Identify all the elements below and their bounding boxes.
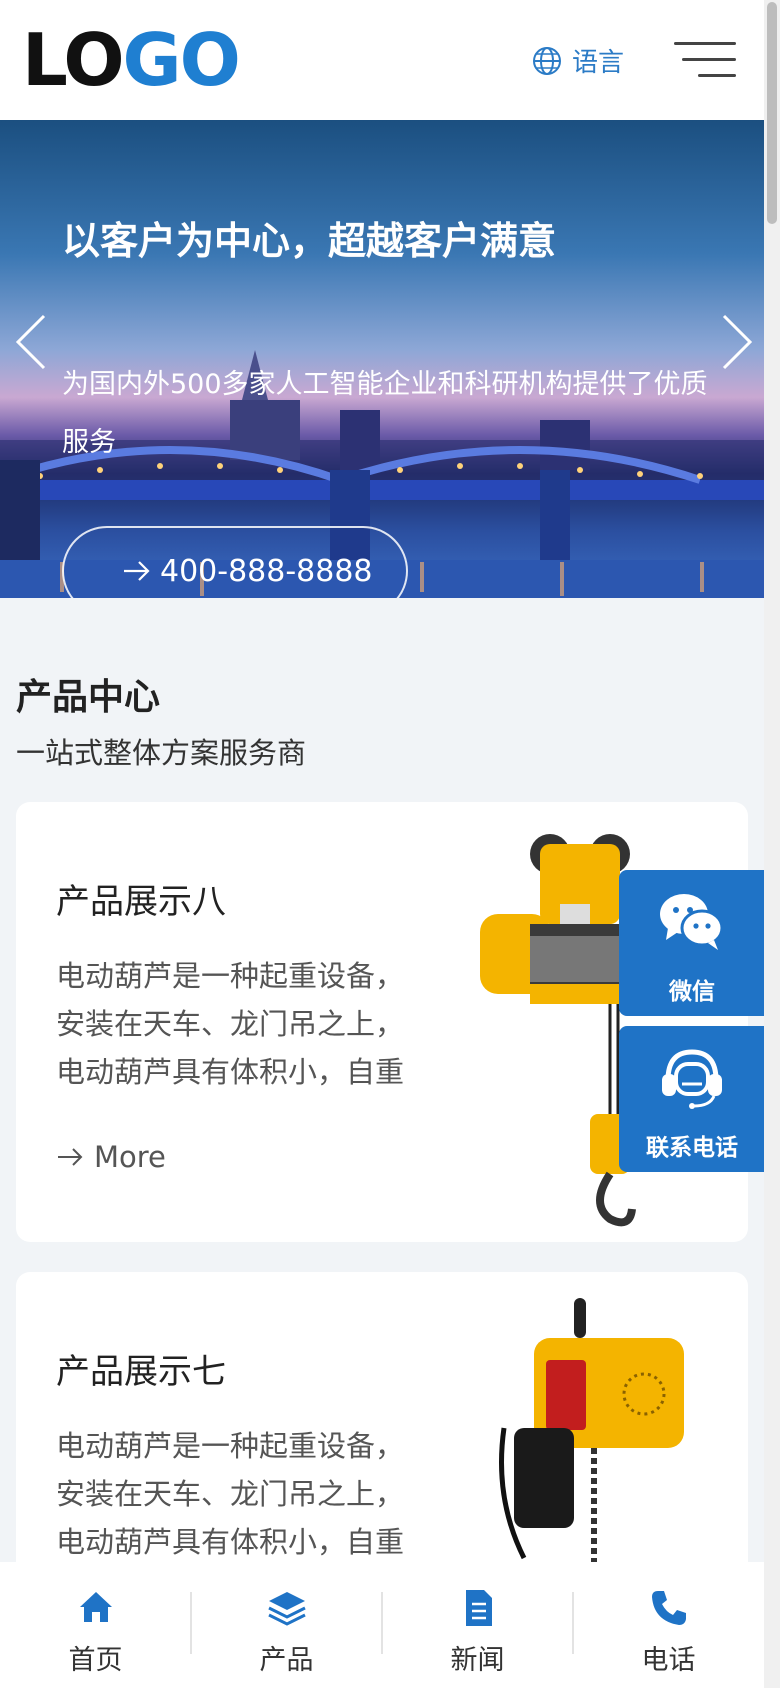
logo-text-blue: GO <box>122 18 241 102</box>
banner-phone-button[interactable]: 400-888-8888 <box>62 526 408 598</box>
nav-label-news: 新闻 <box>450 1645 505 1676</box>
bottom-nav: 首页 产品 新闻 电话 <box>0 1562 764 1688</box>
contact-phone-float-button[interactable]: 联系电话 <box>619 1026 765 1172</box>
logo-text-dark: LO <box>22 18 125 102</box>
more-label: More <box>94 1140 166 1174</box>
banner-subtitle-line2: 服务 <box>62 427 116 458</box>
banner-title: 以客户为中心，超越客户满意 <box>62 219 557 263</box>
product-title: 产品展示七 <box>56 1352 226 1392</box>
product-title: 产品展示八 <box>56 882 226 922</box>
home-icon <box>79 1592 112 1622</box>
banner-subtitle: 为国内外500多家人工智能企业和科研机构提供了优质 服务 <box>62 356 764 472</box>
scrollbar-thumb[interactable] <box>767 2 777 224</box>
language-label: 语言 <box>572 48 625 78</box>
nav-divider <box>190 1592 192 1654</box>
product-description: 电动葫芦是一种起重设备， 安装在天车、龙门吊之上， 电动葫芦具有体积小，自重 <box>56 959 405 1089</box>
nav-label-home: 首页 <box>68 1645 123 1676</box>
language-switcher[interactable]: 语言 <box>532 42 624 79</box>
nav-item-products[interactable]: 产品 <box>191 1562 382 1688</box>
product-card[interactable]: 产品展示八 电动葫芦是一种起重设备， 安装在天车、龙门吊之上， 电动葫芦具有体积… <box>16 802 748 1242</box>
wechat-label: 微信 <box>669 979 715 1005</box>
globe-icon <box>533 46 561 75</box>
headset-icon <box>662 1049 722 1109</box>
section-title: 产品中心 <box>16 677 161 718</box>
more-link[interactable]: More <box>56 1140 166 1174</box>
wechat-icon <box>660 894 724 950</box>
nav-label-phone: 电话 <box>641 1645 696 1676</box>
logo[interactable]: LO GO <box>22 18 241 102</box>
banner-subtitle-line1: 为国内外500多家人工智能企业和科研机构提供了优质 <box>62 369 708 400</box>
header: LO GO 语言 <box>0 0 764 120</box>
scrollbar[interactable] <box>764 0 780 1688</box>
chevron-left-icon[interactable] <box>12 312 52 372</box>
nav-item-phone[interactable]: 电话 <box>573 1562 764 1688</box>
nav-divider <box>572 1592 574 1654</box>
wechat-float-button[interactable]: 微信 <box>619 870 765 1016</box>
banner-phone-number: 400-888-8888 <box>160 553 373 589</box>
layers-icon <box>267 1592 306 1626</box>
phone-icon <box>651 1591 686 1625</box>
nav-item-home[interactable]: 首页 <box>0 1562 191 1688</box>
nav-item-news[interactable]: 新闻 <box>382 1562 573 1688</box>
contact-phone-label: 联系电话 <box>646 1135 738 1161</box>
document-icon <box>465 1590 492 1626</box>
nav-label-products: 产品 <box>259 1645 314 1676</box>
menu-icon[interactable] <box>674 38 736 82</box>
arrow-right-icon <box>58 1148 83 1166</box>
chevron-right-icon[interactable] <box>716 312 756 372</box>
hero-banner[interactable]: 以客户为中心，超越客户满意 为国内外500多家人工智能企业和科研机构提供了优质 … <box>0 120 764 598</box>
arrow-right-icon <box>124 561 150 581</box>
nav-divider <box>381 1592 383 1654</box>
section-subtitle: 一站式整体方案服务商 <box>16 736 307 770</box>
product-description: 电动葫芦是一种起重设备， 安装在天车、龙门吊之上， 电动葫芦具有体积小，自重 <box>56 1429 405 1559</box>
chain-hoist-image <box>499 1298 684 1588</box>
